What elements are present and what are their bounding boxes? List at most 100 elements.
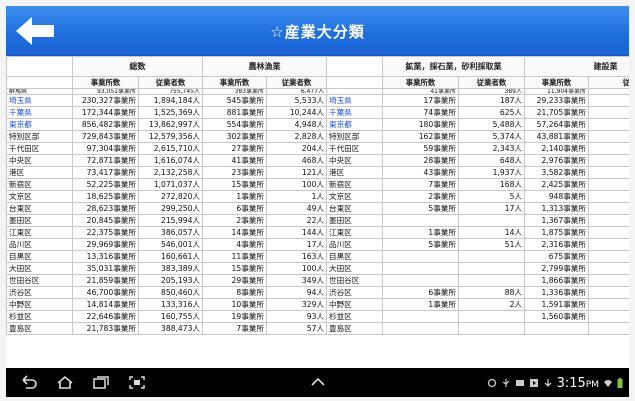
value-cell: 5事業所	[382, 238, 459, 251]
value-cell: 59事業所	[382, 142, 459, 155]
table-row: 目黒区13,316事業所160,661人11事業所163人目黒区675事業所6	[6, 250, 629, 263]
region-name-cell: 豊島区	[6, 322, 73, 335]
table-row: 新宿区 52,225事業所 1,071,037人 15事業所 100人 新宿区 7事業所 16…	[6, 178, 629, 191]
value-cell: 272,820人	[138, 190, 203, 203]
value-cell: 43,881事業所	[524, 130, 589, 143]
value-cell: 173	[588, 94, 629, 107]
value-cell: 57,264事業所	[524, 118, 589, 131]
table-row: 台東区 28,623事業所 299,250人 6事業所 49人 台東区 5事業所 17人 1,3…	[6, 202, 629, 215]
value-cell: 108	[588, 166, 629, 179]
region-name-cell: 目黒区	[326, 250, 383, 263]
value-cell: 1,071,037人	[138, 178, 203, 191]
value-cell: 17人	[458, 202, 525, 215]
region-name-cell: 墨田区	[6, 214, 73, 227]
value-cell: 22,375事業所	[72, 226, 139, 239]
value-cell: 1,591事業所	[524, 298, 589, 311]
value-cell: 2,828人	[266, 130, 327, 143]
value-cell: 1事業所	[382, 298, 459, 311]
screenshot-icon[interactable]	[128, 375, 146, 390]
value-cell	[458, 250, 525, 263]
value-cell: 6事業所	[382, 286, 459, 299]
value-cell: 554事業所	[202, 118, 267, 131]
corner-cell	[326, 56, 383, 77]
value-cell	[458, 214, 525, 227]
value-cell: 1,367事業所	[524, 214, 589, 227]
content-spacer	[6, 344, 629, 368]
value-cell	[382, 250, 459, 263]
value-cell: 1,866事業所	[524, 274, 589, 287]
value-cell: 2人	[458, 298, 525, 311]
home-icon[interactable]	[56, 375, 74, 390]
value-cell: 29,233事業所	[524, 94, 589, 107]
download-icon	[544, 379, 552, 387]
value-cell: 10事業所	[202, 298, 267, 311]
value-cell: 2,343人	[458, 142, 525, 155]
region-name-cell: 江東区	[326, 226, 383, 239]
value-cell: 2,799事業所	[524, 262, 589, 275]
table-row: 墨田区20,845事業所215,994人2事業所22人墨田区1,367事業所11	[6, 214, 629, 227]
value-cell	[588, 322, 629, 335]
value-cell: 2,132,258人	[138, 166, 203, 179]
industry-table: 総数 農林漁業 鉱業，採石業，砂利採取業 建設業 事業所数 従業者数 事業所数 …	[6, 56, 629, 335]
table-row: 杉並区22,646事業所160,755人19事業所93人杉並区1,560事業所1…	[6, 310, 629, 323]
value-cell: 6事業所	[202, 202, 267, 215]
value-cell: 55	[588, 178, 629, 191]
region-name-cell: 杉並区	[326, 310, 383, 323]
value-cell: 28	[588, 286, 629, 299]
value-cell: 5事業所	[382, 202, 459, 215]
group-header: 鉱業，採石業，砂利採取業	[382, 56, 525, 77]
value-cell: 41	[588, 142, 629, 155]
value-cell: 10,244人	[266, 106, 327, 119]
region-name-cell: 新宿区	[326, 178, 383, 191]
sub-header: 事業所数	[382, 76, 459, 89]
value-cell: 51人	[458, 238, 525, 251]
value-cell: 881事業所	[202, 106, 267, 119]
table-row: 東京都 856,482事業所 13,862,997人 554事業所 4,948人 東京都 1…	[6, 118, 629, 131]
region-name-cell: 墨田区	[326, 214, 383, 227]
value-cell: 299,250人	[138, 202, 203, 215]
value-cell: 22	[588, 262, 629, 275]
value-cell: 468人	[266, 154, 327, 167]
value-cell: 43事業所	[382, 166, 459, 179]
region-name-cell: 千葉県	[6, 106, 73, 119]
value-cell: 1,313事業所	[524, 202, 589, 215]
value-cell: 14	[588, 190, 629, 203]
table-row: 港区 73,417事業所 2,132,258人 23事業所 121人 港区 43事業所 1,9…	[6, 166, 629, 179]
value-cell: 144人	[266, 226, 327, 239]
value-cell: 546,001人	[138, 238, 203, 251]
region-name-cell: 世田谷区	[326, 274, 383, 287]
value-cell: 121人	[266, 166, 327, 179]
table-row: 千代田区 97,304事業所 2,615,710人 27事業所 204人 千代田区 59事業…	[6, 142, 629, 155]
image-icon	[515, 380, 524, 386]
status-area: 3:15PM	[487, 373, 623, 393]
value-cell: 948事業所	[524, 190, 589, 203]
value-cell: 625人	[458, 106, 525, 119]
value-cell: 2,425事業所	[524, 178, 589, 191]
system-nav-bar: 3:15PM	[6, 368, 629, 397]
group-header: 建設業	[524, 56, 629, 77]
data-table-scroll[interactable]: 総数 農林漁業 鉱業，採石業，砂利採取業 建設業 事業所数 従業者数 事業所数 …	[6, 56, 629, 344]
value-cell: 14事業所	[202, 226, 267, 239]
region-name-cell: 埼玉県	[6, 94, 73, 107]
value-cell: 17事業所	[382, 94, 459, 107]
value-cell: 386,057人	[138, 226, 203, 239]
back-icon[interactable]	[20, 375, 38, 390]
value-cell	[382, 262, 459, 275]
value-cell	[382, 322, 459, 335]
region-name-cell: 大田区	[326, 262, 383, 275]
value-cell: 27事業所	[202, 142, 267, 155]
value-cell	[458, 274, 525, 287]
value-cell: 33	[588, 238, 629, 251]
recent-apps-icon[interactable]	[92, 375, 110, 390]
group-header-row: 総数 農林漁業 鉱業，採石業，砂利採取業 建設業	[6, 56, 629, 77]
value-cell: 7事業所	[202, 322, 267, 335]
chevron-up-icon[interactable]	[309, 375, 327, 390]
value-cell: 133,316人	[138, 298, 203, 311]
value-cell: 8事業所	[202, 286, 267, 299]
region-name-cell: 中央区	[6, 154, 73, 167]
value-cell: 1人	[266, 190, 327, 203]
value-cell: 21,783事業所	[72, 322, 139, 335]
value-cell: 11	[588, 214, 629, 227]
value-cell: 52,225事業所	[72, 178, 139, 191]
region-name-cell: 港区	[326, 166, 383, 179]
